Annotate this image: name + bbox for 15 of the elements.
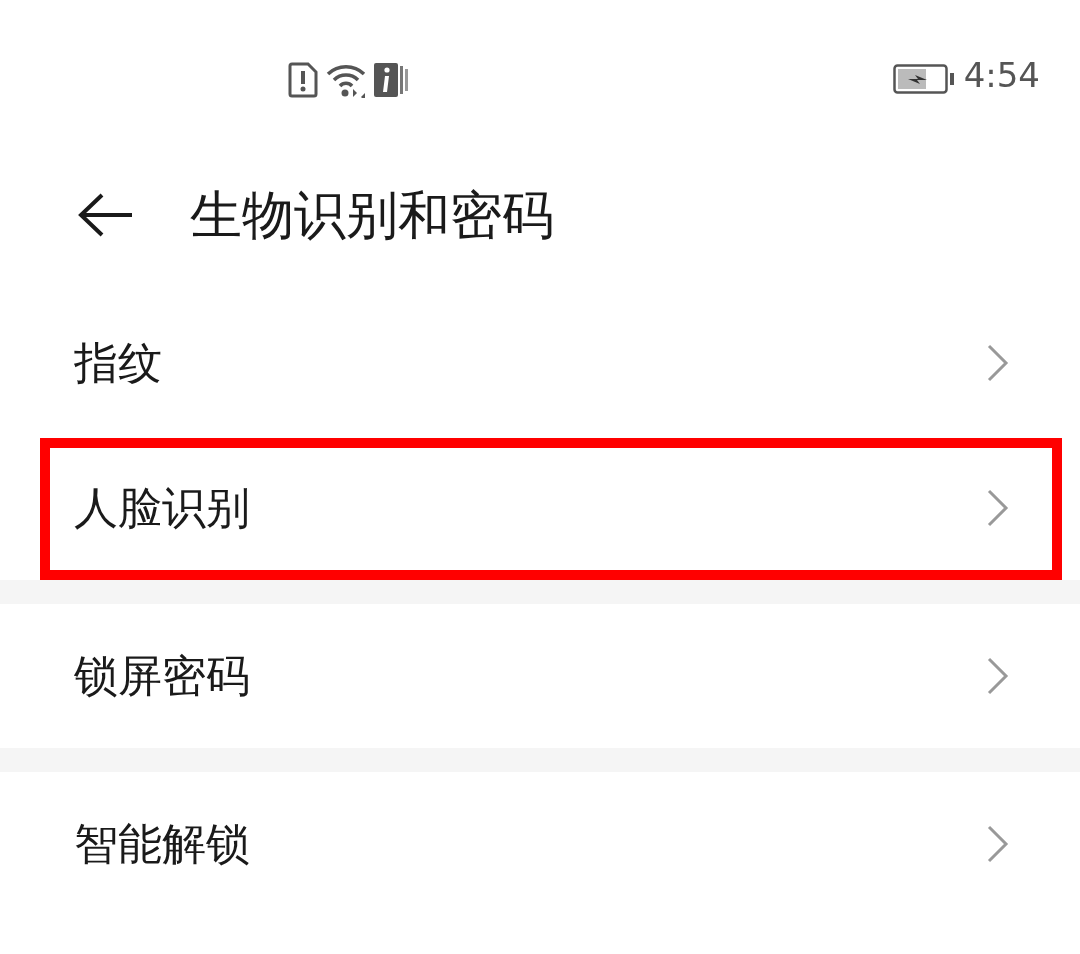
wifi-icon	[326, 62, 368, 98]
settings-item[interactable]: 指纹	[0, 290, 1080, 436]
clock-time: 4:54	[963, 58, 1040, 92]
settings-item[interactable]: 锁屏密码	[0, 604, 1080, 748]
settings-item[interactable]: 人脸识别	[0, 436, 1080, 580]
chevron-right-icon	[986, 824, 1010, 864]
back-arrow-icon[interactable]	[78, 193, 134, 237]
info-icon	[374, 62, 410, 98]
sim-alert-icon	[288, 62, 318, 98]
page-title: 生物识别和密码	[190, 184, 554, 247]
chevron-right-icon	[986, 488, 1010, 528]
chevron-right-icon	[986, 343, 1010, 383]
battery-charging-icon	[893, 64, 955, 94]
chevron-right-icon	[986, 656, 1010, 696]
settings-item[interactable]: 智能解锁	[0, 772, 1080, 916]
